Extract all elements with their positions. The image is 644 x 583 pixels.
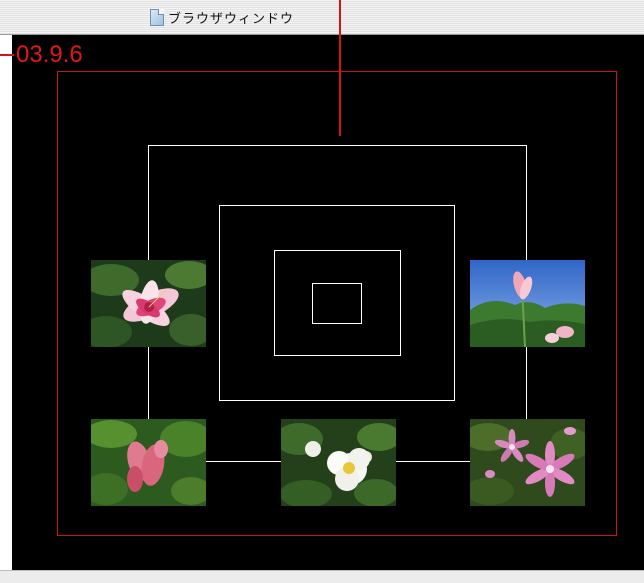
annotation-tick [0, 54, 14, 56]
date-label: 03.9.6 [16, 40, 85, 70]
center-square [312, 283, 362, 324]
photo-clematis[interactable] [470, 419, 585, 506]
photo-pink-bracts[interactable] [91, 419, 206, 506]
window-bottom-bar [0, 570, 644, 583]
photo-white-rose[interactable] [281, 419, 396, 506]
window-title: ブラウザウィンドウ [168, 11, 295, 27]
document-icon [150, 8, 164, 26]
photo-sky-flower[interactable] [470, 260, 585, 347]
window-titlebar[interactable]: ブラウザウィンドウ [0, 0, 644, 35]
window-left-margin [0, 35, 12, 570]
window-title-group: ブラウザウィンドウ [150, 7, 294, 27]
photo-pink-lily[interactable] [91, 260, 206, 347]
